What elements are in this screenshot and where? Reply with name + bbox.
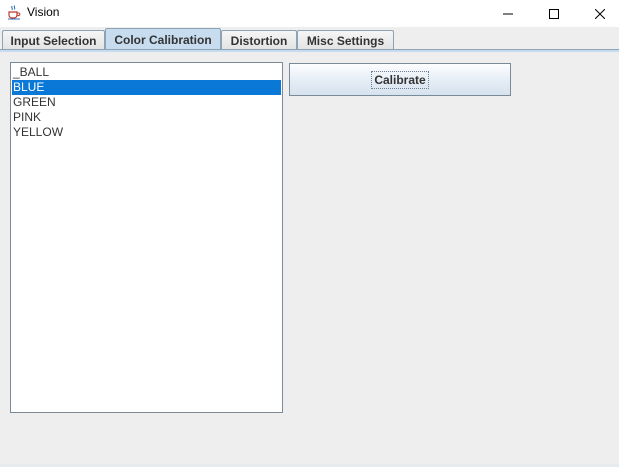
tab-color-calibration[interactable]: Color Calibration bbox=[105, 28, 221, 51]
list-item-pink[interactable]: PINK bbox=[12, 110, 281, 125]
list-item-ball[interactable]: _BALL bbox=[12, 65, 281, 80]
tab-label: Color Calibration bbox=[114, 33, 212, 47]
window-title: Vision bbox=[27, 5, 60, 19]
maximize-icon bbox=[549, 8, 559, 19]
minimize-icon bbox=[503, 13, 513, 14]
tab-input-selection[interactable]: Input Selection bbox=[2, 30, 105, 50]
tab-misc-settings[interactable]: Misc Settings bbox=[297, 30, 394, 50]
list-item-blue[interactable]: BLUE bbox=[12, 80, 281, 95]
title-bar: Vision bbox=[0, 0, 619, 27]
tab-label: Misc Settings bbox=[306, 33, 385, 48]
list-item-yellow[interactable]: YELLOW bbox=[12, 125, 281, 140]
java-coffee-cup-icon bbox=[6, 4, 22, 20]
tab-label: Distortion bbox=[230, 33, 288, 48]
tab-strip: Input Selection Color Calibration Distor… bbox=[0, 27, 619, 51]
tab-label: Input Selection bbox=[10, 33, 97, 48]
tab-distortion[interactable]: Distortion bbox=[221, 30, 297, 50]
minimize-button[interactable] bbox=[485, 0, 531, 27]
color-list[interactable]: _BALL BLUE GREEN PINK YELLOW bbox=[10, 62, 283, 413]
maximize-button[interactable] bbox=[531, 0, 577, 27]
tab-divider-highlight bbox=[0, 50, 619, 52]
list-item-green[interactable]: GREEN bbox=[12, 95, 281, 110]
calibrate-button[interactable]: Calibrate bbox=[289, 63, 511, 96]
close-icon bbox=[595, 8, 605, 19]
calibrate-button-label: Calibrate bbox=[371, 70, 429, 89]
close-button[interactable] bbox=[577, 0, 619, 27]
